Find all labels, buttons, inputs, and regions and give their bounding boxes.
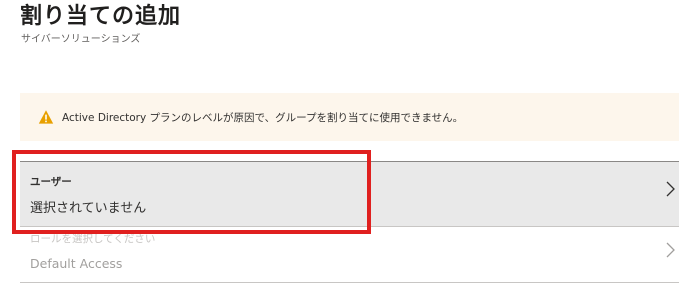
role-selector[interactable]: ロールを選択してください Default Access <box>20 227 679 283</box>
warning-icon <box>38 109 54 125</box>
users-selector[interactable]: ユーザー 選択されていません <box>20 161 679 227</box>
chevron-right-icon <box>663 180 677 198</box>
add-assignment-page: 割り当ての追加 サイバーソリューションズ Active Directory プラ… <box>0 0 699 301</box>
chevron-right-icon <box>663 241 677 259</box>
role-label: ロールを選択してください <box>30 233 156 245</box>
page-subtitle: サイバーソリューションズ <box>21 34 141 45</box>
role-value: Default Access <box>30 256 123 271</box>
users-value: 選択されていません <box>30 201 147 216</box>
page-title: 割り当ての追加 <box>20 4 182 29</box>
warning-banner: Active Directory プランのレベルが原因で、グループを割り当てに使… <box>20 93 679 141</box>
users-label: ユーザー <box>30 176 72 188</box>
warning-text: Active Directory プランのレベルが原因で、グループを割り当てに使… <box>62 111 464 124</box>
